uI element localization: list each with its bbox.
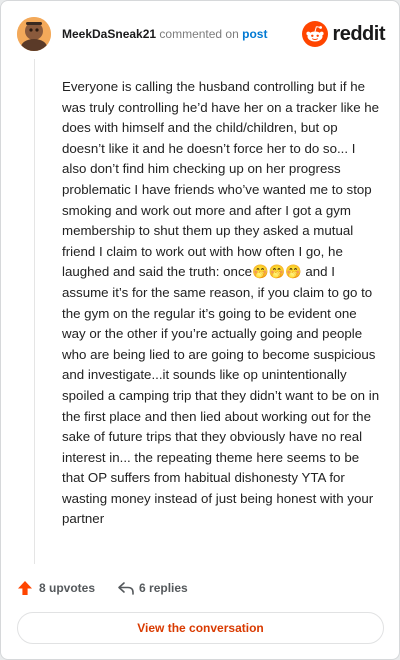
comment-footer: 8 upvotes 6 replies: [17, 577, 188, 599]
post-link[interactable]: post: [242, 27, 267, 41]
upvote-arrow-icon[interactable]: [17, 580, 33, 596]
comment-meta: MeekDaSneak21 commented on post: [62, 27, 267, 41]
reddit-snoo-icon: [302, 21, 329, 47]
thread-line[interactable]: [34, 59, 35, 564]
comment-body: Everyone is calling the husband controll…: [62, 79, 380, 527]
reply-arrow-icon[interactable]: [117, 580, 135, 596]
avatar[interactable]: [17, 17, 51, 51]
logo-wordmark: reddit: [332, 22, 385, 45]
reply-count: 6 replies: [139, 581, 188, 595]
username[interactable]: MeekDaSneak21: [62, 27, 156, 41]
comment-card: MeekDaSneak21 commented on post reddit E…: [0, 0, 400, 660]
comment-header: MeekDaSneak21 commented on post reddit: [17, 17, 385, 51]
avatar-image: [17, 17, 51, 51]
view-conversation-button[interactable]: View the conversation: [17, 612, 384, 644]
reddit-logo[interactable]: reddit: [302, 20, 385, 48]
action-text: commented on: [159, 27, 239, 41]
upvote-count: 8 upvotes: [39, 581, 96, 595]
